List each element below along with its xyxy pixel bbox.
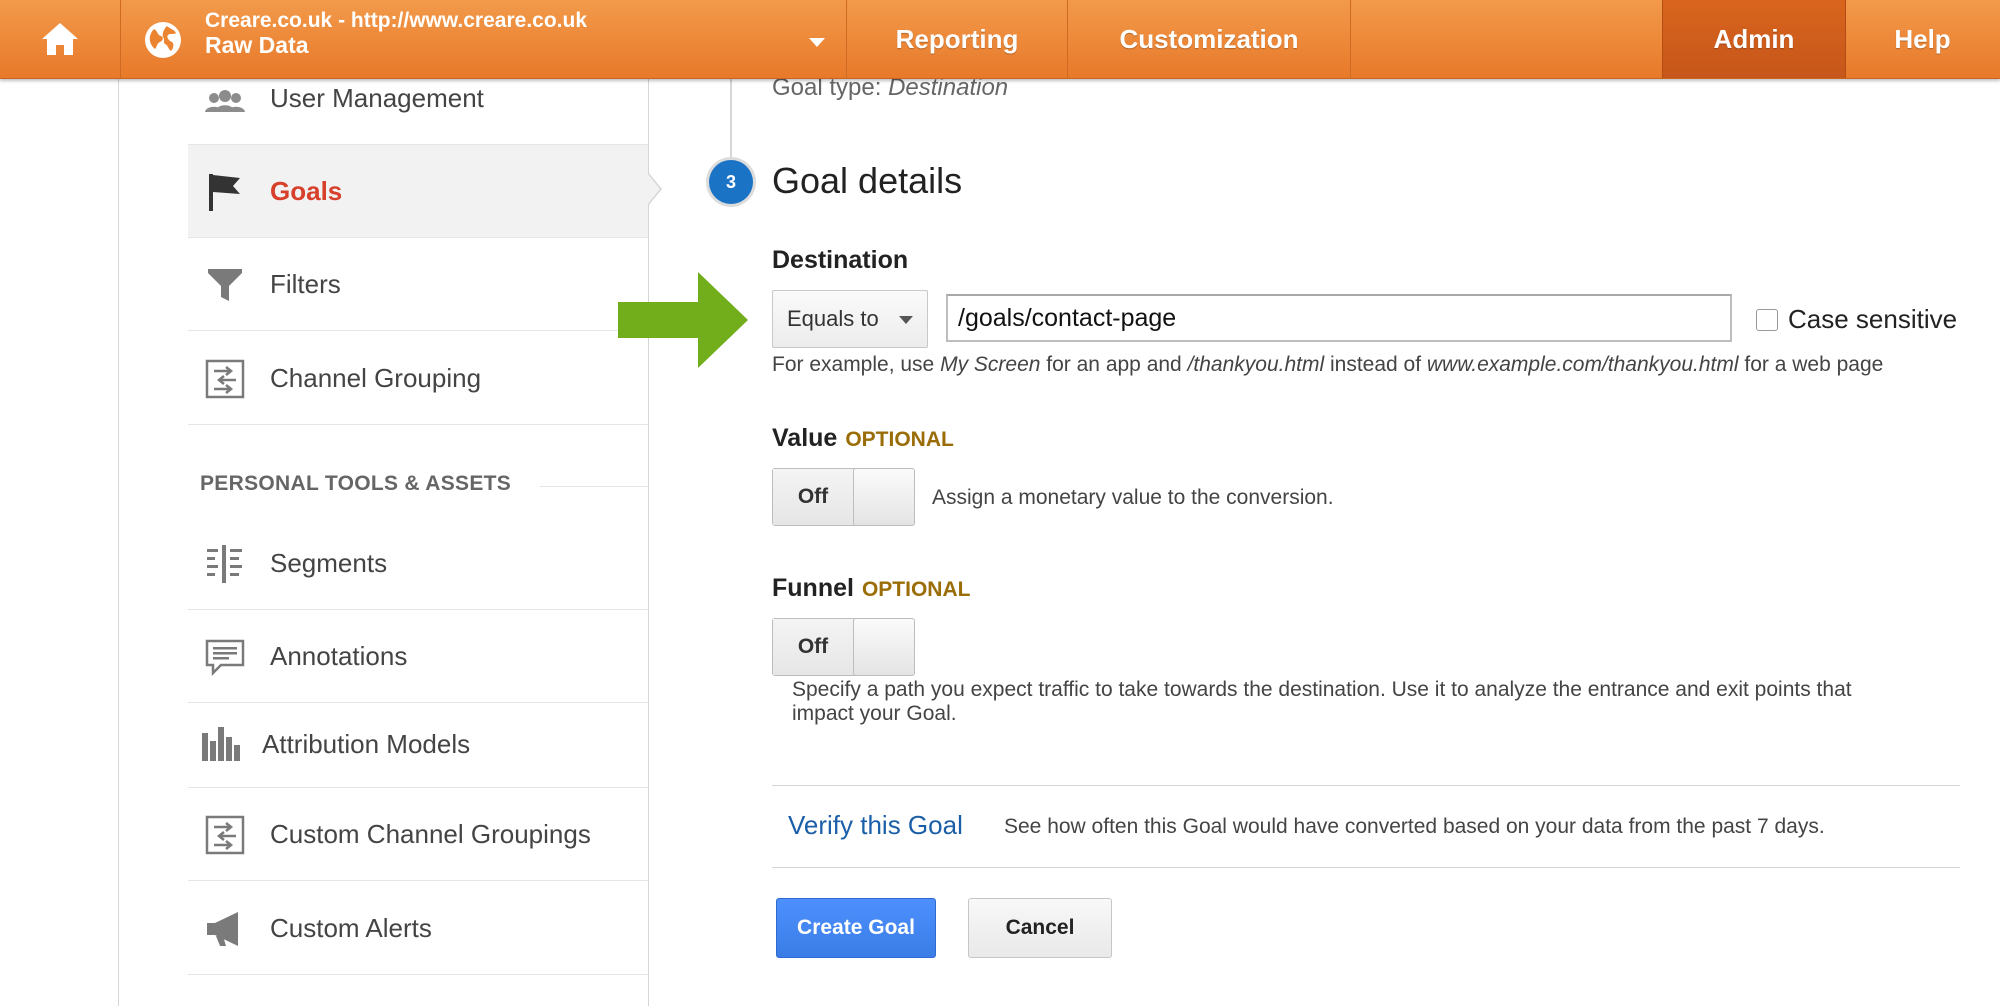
active-item-pointer-fill: [647, 173, 660, 205]
example-text: for a web page: [1738, 353, 1884, 376]
destination-label: Destination: [772, 246, 909, 274]
sidebar-item-label: Custom Alerts: [270, 913, 432, 943]
home-button[interactable]: [0, 0, 121, 78]
account-property-name: Creare.co.uk - http://www.creare.co.uk: [205, 9, 587, 32]
case-sensitive-checkbox[interactable]: [1756, 309, 1778, 331]
verify-goal-description: See how often this Goal would have conve…: [1004, 815, 1825, 838]
sidebar-item-label: Filters: [270, 269, 341, 299]
destination-example-hint: For example, use My Screen for an app an…: [772, 353, 1883, 377]
funnel-optional-tag: OPTIONAL: [861, 578, 971, 601]
value-toggle[interactable]: Off: [772, 468, 915, 526]
sidebar-item-attribution-models[interactable]: Attribution Models: [188, 701, 648, 788]
sidebar-item-label: Custom Channel Groupings: [270, 819, 591, 849]
section-divider: [540, 486, 648, 487]
sidebar-item-custom-alerts[interactable]: Custom Alerts: [188, 882, 648, 975]
annotations-icon: [205, 639, 245, 677]
sidebar-item-label: Goals: [270, 176, 343, 206]
value-toggle-state: Off: [773, 469, 853, 525]
segments-icon: [207, 545, 242, 583]
globe-icon: [145, 22, 181, 58]
example-path: /thankyou.html: [1187, 353, 1325, 376]
tab-reporting[interactable]: Reporting: [847, 0, 1068, 78]
personal-tools-section-title: PERSONAL TOOLS & ASSETS: [200, 472, 512, 495]
match-type-value: Equals to: [787, 306, 879, 331]
sidebar-item-goals[interactable]: Goals: [188, 145, 648, 238]
funnel-label: Funnel OPTIONAL: [772, 574, 970, 603]
create-goal-button[interactable]: Create Goal: [776, 898, 936, 958]
sidebar-item-segments[interactable]: Segments: [188, 517, 648, 610]
example-text: for an app and: [1040, 353, 1188, 376]
home-icon: [42, 23, 78, 55]
sidebar-item-filters[interactable]: Filters: [188, 238, 648, 331]
green-arrow-annotation: [618, 272, 748, 368]
sidebar-item-annotations[interactable]: Annotations: [188, 610, 648, 703]
sidebar-left-border: [118, 78, 119, 1006]
funnel-toggle-state: Off: [773, 619, 853, 675]
step-number-badge: 3: [709, 160, 753, 204]
sidebar-item-label: Segments: [270, 548, 388, 578]
value-label-text: Value: [772, 424, 838, 452]
channel-grouping-icon: [205, 815, 245, 855]
destination-input[interactable]: /goals/contact-page: [946, 294, 1732, 342]
funnel-toggle[interactable]: Off: [772, 618, 915, 676]
filter-icon: [208, 269, 242, 301]
step-title: Goal details: [772, 160, 963, 201]
sidebar-item-label: Attribution Models: [262, 729, 471, 759]
chevron-down-icon: [809, 38, 825, 47]
sidebar-item-label: Annotations: [270, 641, 408, 671]
toggle-knob: [853, 618, 915, 676]
sidebar-right-border: [648, 78, 649, 1006]
match-type-dropdown[interactable]: Equals to: [772, 290, 928, 348]
funnel-label-text: Funnel: [772, 574, 854, 602]
divider: [772, 867, 1960, 868]
sidebar-item-custom-channel-groupings[interactable]: Custom Channel Groupings: [188, 788, 648, 881]
account-view-name: Raw Data: [205, 32, 309, 58]
flag-icon: [209, 174, 240, 211]
top-navigation-bar: Creare.co.uk - http://www.creare.co.uk R…: [0, 0, 2000, 79]
chevron-down-icon: [899, 316, 913, 324]
bar-chart-icon: [202, 727, 240, 761]
tab-admin[interactable]: Admin: [1662, 0, 1846, 78]
users-icon: [205, 90, 245, 112]
step-connector-line: [730, 78, 732, 160]
cancel-button[interactable]: Cancel: [968, 898, 1112, 958]
value-optional-tag: OPTIONAL: [845, 428, 954, 451]
toggle-knob: [853, 468, 915, 526]
channel-grouping-icon: [205, 359, 245, 399]
value-hint: Assign a monetary value to the conversio…: [932, 486, 1334, 509]
example-text: instead of: [1324, 353, 1427, 376]
case-sensitive-label: Case sensitive: [1788, 304, 1958, 334]
example-text: For example, use: [772, 353, 941, 376]
example-url: www.example.com/thankyou.html: [1426, 353, 1739, 376]
funnel-hint-line1: Specify a path you expect traffic to tak…: [792, 678, 1852, 701]
funnel-hint-line2: impact your Goal.: [792, 702, 957, 725]
sidebar-item-channel-grouping[interactable]: Channel Grouping: [188, 332, 648, 425]
example-app: My Screen: [940, 353, 1041, 376]
account-selector[interactable]: Creare.co.uk - http://www.creare.co.uk R…: [121, 0, 847, 78]
tab-help[interactable]: Help: [1845, 0, 2000, 78]
sidebar-item-label: Channel Grouping: [270, 363, 482, 393]
verify-goal-link[interactable]: Verify this Goal: [788, 810, 963, 841]
tab-customization[interactable]: Customization: [1068, 0, 1351, 78]
megaphone-icon: [207, 912, 238, 946]
value-label: Value OPTIONAL: [772, 424, 954, 453]
divider: [772, 785, 1960, 786]
